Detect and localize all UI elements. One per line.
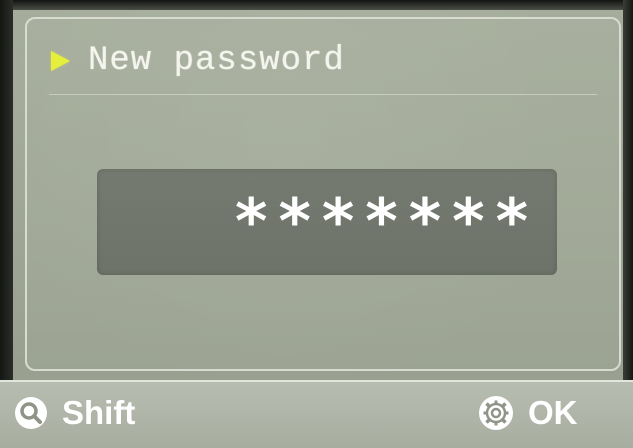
ok-label: OK — [528, 394, 578, 431]
page-title: New password — [88, 42, 345, 80]
softkey-bar: Shift OK — [0, 380, 633, 448]
shift-label: Shift — [62, 394, 136, 431]
device-screen: New password ******* Shift OK — [0, 0, 633, 448]
ok-button[interactable]: OK — [478, 394, 578, 432]
magnifier-icon — [14, 396, 48, 430]
title-divider — [49, 94, 597, 95]
gear-icon — [478, 395, 514, 431]
password-mask: ******* — [235, 185, 539, 258]
title-row: New password — [51, 41, 345, 81]
shift-button[interactable]: Shift — [14, 394, 135, 432]
selection-arrow-icon — [51, 51, 70, 71]
password-panel: New password ******* — [25, 17, 621, 371]
password-field[interactable]: ******* — [97, 169, 557, 275]
bezel-top — [0, 0, 633, 10]
